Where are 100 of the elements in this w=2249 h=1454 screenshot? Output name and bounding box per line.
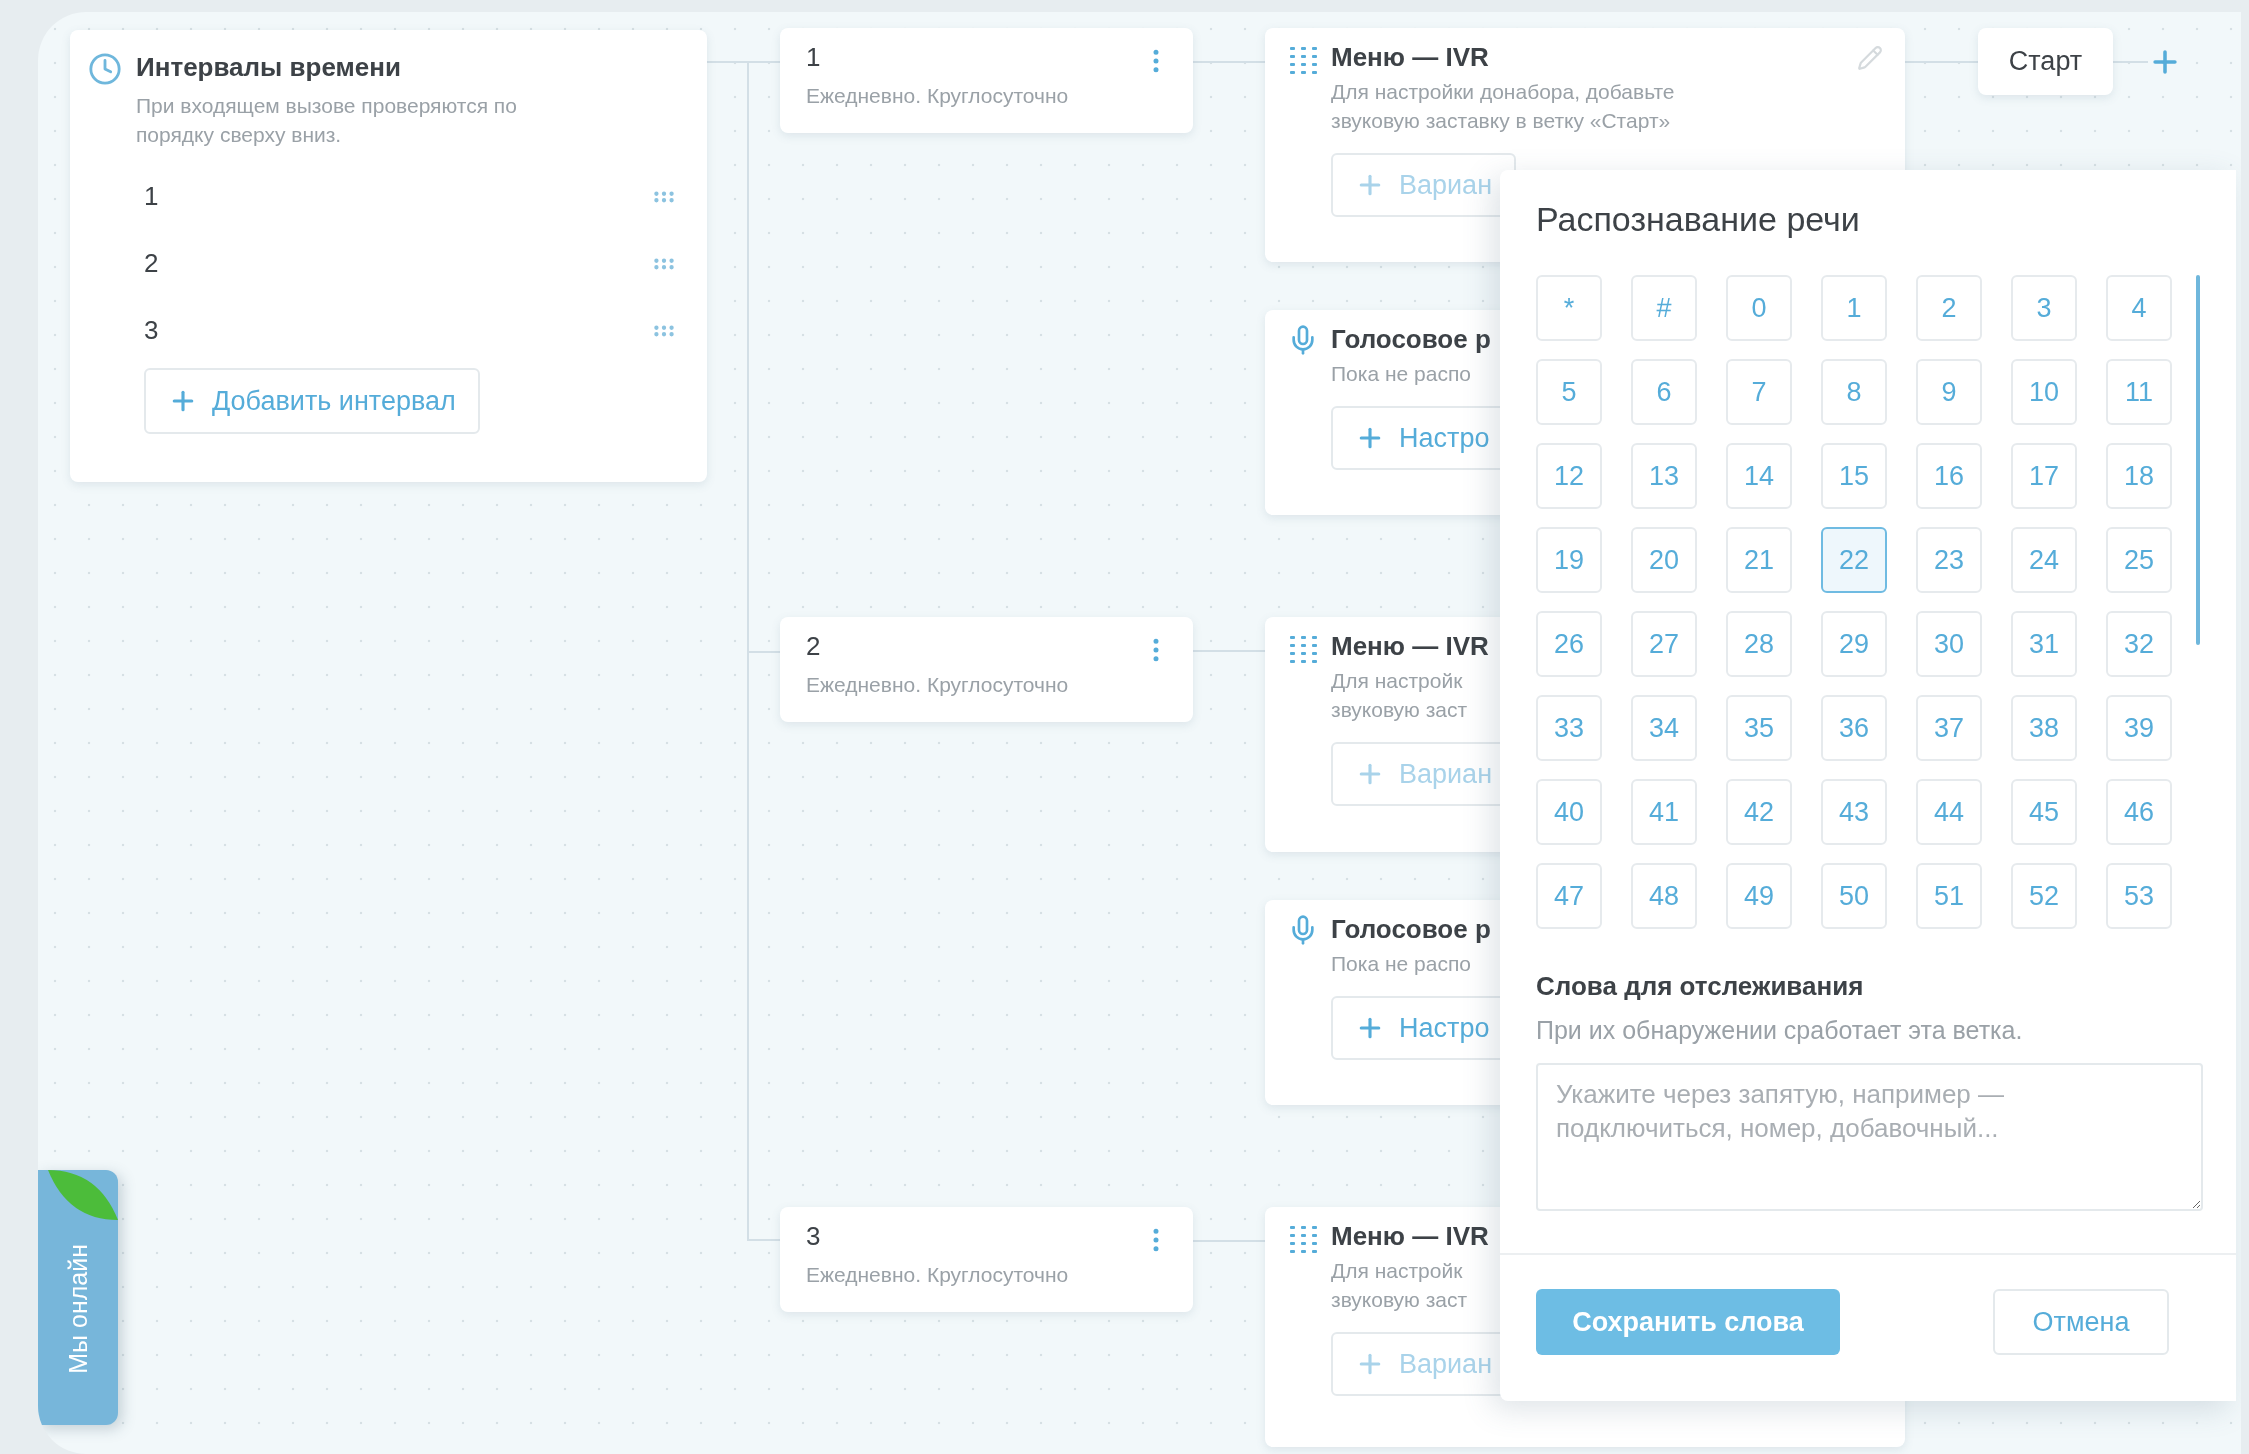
key-option[interactable]: 32 (2106, 611, 2172, 677)
key-option[interactable]: # (1631, 275, 1697, 341)
interval-schedule: Ежедневно. Круглосуточно (806, 83, 1069, 109)
interval-node[interactable]: 1 Ежедневно. Круглосуточно (780, 28, 1193, 133)
interval-item[interactable]: 1 (144, 181, 159, 212)
key-option[interactable]: 53 (2106, 863, 2172, 929)
key-option[interactable]: 3 (2011, 275, 2077, 341)
add-interval-button[interactable]: Добавить интервал (144, 368, 480, 434)
key-option[interactable]: 36 (1821, 695, 1887, 761)
node-description: Пока не распо (1331, 951, 1472, 977)
key-option[interactable]: 12 (1536, 443, 1602, 509)
node-description: звуковую заст (1331, 697, 1469, 723)
key-option[interactable]: 28 (1726, 611, 1792, 677)
key-option[interactable]: 42 (1726, 779, 1792, 845)
chat-tab-label: Мы онлайн (63, 1244, 93, 1374)
key-option[interactable]: * (1536, 275, 1602, 341)
key-option[interactable]: 38 (2011, 695, 2077, 761)
interval-node-title: 3 (806, 1221, 822, 1252)
node-title: Голосовое р (1331, 914, 1491, 945)
edit-icon[interactable] (1857, 44, 1883, 71)
key-option[interactable]: 29 (1821, 611, 1887, 677)
node-description: Для настройк (1331, 668, 1464, 694)
node-title: Меню — IVR (1331, 1221, 1489, 1252)
key-option[interactable]: 14 (1726, 443, 1792, 509)
key-option[interactable]: 2 (1916, 275, 1982, 341)
words-input-field[interactable]: Укажите через запятую, например — подключиться, номер, добавочный... (1536, 1063, 2203, 1211)
start-node[interactable]: Старт (1978, 28, 2113, 95)
key-option[interactable]: 17 (2011, 443, 2077, 509)
key-option[interactable]: 8 (1821, 359, 1887, 425)
key-option[interactable]: 48 (1631, 863, 1697, 929)
key-option[interactable]: 34 (1631, 695, 1697, 761)
key-option[interactable]: 51 (1916, 863, 1982, 929)
key-option[interactable]: 9 (1916, 359, 1982, 425)
key-option[interactable]: 24 (2011, 527, 2077, 593)
key-option[interactable]: 41 (1631, 779, 1697, 845)
key-option[interactable]: 13 (1631, 443, 1697, 509)
key-option[interactable]: 52 (2011, 863, 2077, 929)
key-option[interactable]: 37 (1916, 695, 1982, 761)
leaf-icon (48, 1170, 118, 1220)
key-option[interactable]: 47 (1536, 863, 1602, 929)
node-title: Голосовое р (1331, 324, 1491, 355)
chat-tab[interactable]: Мы онлайн (38, 1170, 118, 1425)
node-title: Меню — IVR (1331, 42, 1489, 73)
node-description: звуковую заставку в ветку «Старт» (1331, 108, 1672, 134)
node-description: звуковую заст (1331, 1287, 1469, 1313)
interval-node-title: 2 (806, 631, 822, 662)
key-option[interactable]: 6 (1631, 359, 1697, 425)
key-option[interactable]: 7 (1726, 359, 1792, 425)
dialpad-icon (1287, 1223, 1319, 1255)
panel-title: Интервалы времени (136, 52, 402, 83)
key-option[interactable]: 25 (2106, 527, 2172, 593)
key-option[interactable]: 31 (2011, 611, 2077, 677)
node-description: Пока не распо (1331, 361, 1472, 387)
node-description: Для настройк (1331, 1258, 1464, 1284)
key-option[interactable]: 35 (1726, 695, 1792, 761)
section-hint: При их обнаружении сработает эта ветка. (1536, 1016, 2024, 1045)
panel-description: При входящем вызове проверяются по порядку сверху вниз. (136, 93, 518, 148)
interval-item[interactable]: 2 (144, 248, 159, 279)
add-option-button[interactable]: Вариан (1331, 153, 1517, 217)
key-option[interactable]: 1 (1821, 275, 1887, 341)
key-option[interactable]: 18 (2106, 443, 2172, 509)
key-option[interactable]: 5 (1536, 359, 1602, 425)
key-option[interactable]: 30 (1916, 611, 1982, 677)
interval-node[interactable]: 2 Ежедневно. Круглосуточно (780, 617, 1193, 722)
key-option[interactable]: 16 (1916, 443, 1982, 509)
interval-schedule: Ежедневно. Круглосуточно (806, 1262, 1069, 1288)
section-title: Слова для отслеживания (1536, 971, 1865, 1002)
save-words-button[interactable]: Сохранить слова (1536, 1289, 1840, 1355)
interval-schedule: Ежедневно. Круглосуточно (806, 672, 1069, 698)
key-option[interactable]: 39 (2106, 695, 2172, 761)
node-title: Меню — IVR (1331, 631, 1489, 662)
key-option[interactable]: 21 (1726, 527, 1792, 593)
key-option[interactable]: 26 (1536, 611, 1602, 677)
key-option[interactable]: 44 (1916, 779, 1982, 845)
interval-item[interactable]: 3 (144, 315, 159, 346)
key-option[interactable]: 43 (1821, 779, 1887, 845)
key-option[interactable]: 22 (1821, 527, 1887, 593)
key-option[interactable]: 46 (2106, 779, 2172, 845)
key-option[interactable]: 27 (1631, 611, 1697, 677)
key-option[interactable]: 11 (2106, 359, 2172, 425)
key-option[interactable]: 40 (1536, 779, 1602, 845)
key-option[interactable]: 0 (1726, 275, 1792, 341)
clock-icon (88, 52, 122, 86)
key-option[interactable]: 10 (2011, 359, 2077, 425)
cancel-button[interactable]: Отмена (1993, 1289, 2169, 1355)
scrollbar-thumb[interactable] (2196, 275, 2200, 645)
key-option[interactable]: 45 (2011, 779, 2077, 845)
key-option[interactable]: 20 (1631, 527, 1697, 593)
key-option[interactable]: 19 (1536, 527, 1602, 593)
key-option[interactable]: 23 (1916, 527, 1982, 593)
key-option[interactable]: 49 (1726, 863, 1792, 929)
popup-title: Распознавание речи (1536, 200, 1861, 239)
dialpad-icon (1287, 633, 1319, 665)
key-option[interactable]: 33 (1536, 695, 1602, 761)
key-option[interactable]: 15 (1821, 443, 1887, 509)
key-option[interactable]: 50 (1821, 863, 1887, 929)
key-option[interactable]: 4 (2106, 275, 2172, 341)
interval-node-title: 1 (806, 42, 822, 73)
interval-node[interactable]: 3 Ежедневно. Круглосуточно (780, 1207, 1193, 1312)
dialpad-icon (1287, 44, 1319, 76)
